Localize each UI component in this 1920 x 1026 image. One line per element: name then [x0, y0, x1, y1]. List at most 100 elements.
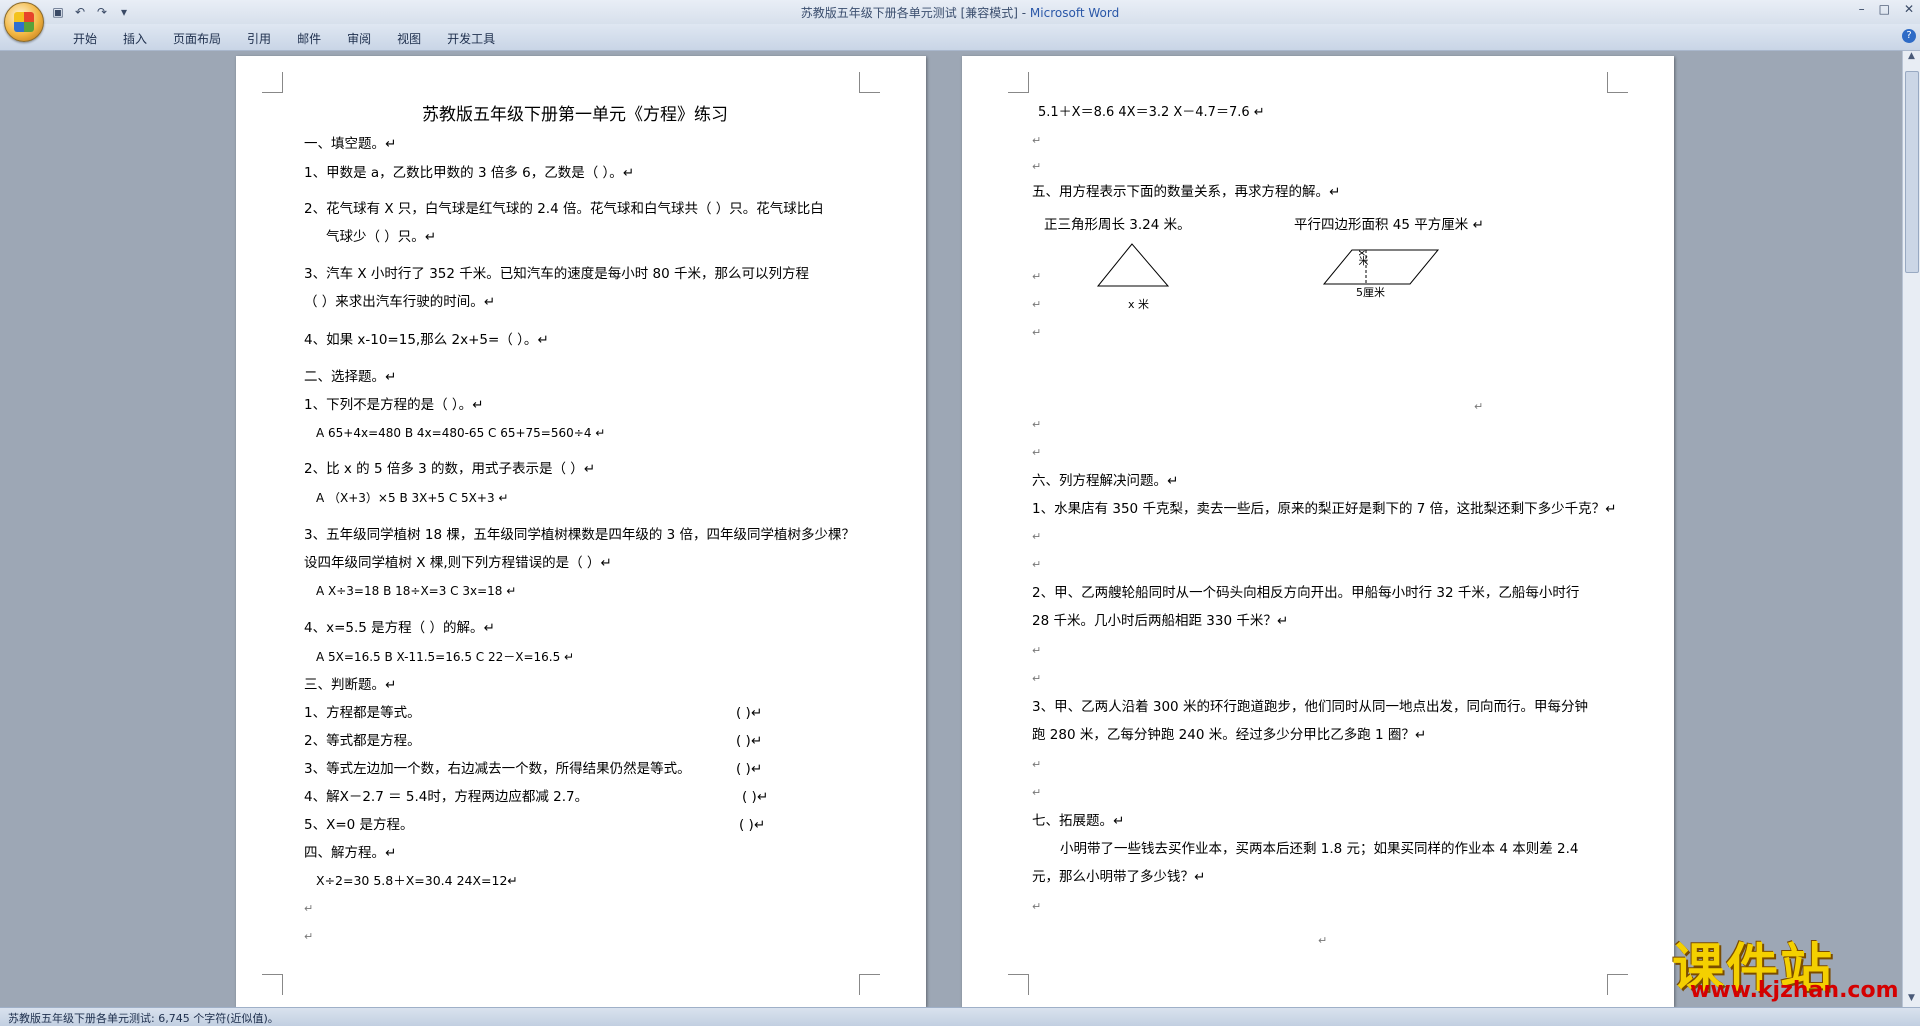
doc-title: 苏教版五年级下册第一单元《方程》练习: [422, 105, 728, 125]
question-line: 跑 280 米，乙每分钟跑 240 米。经过多少分甲比乙多跑 1 圈？↵: [1032, 727, 1427, 743]
judge-bracket: ( )↵: [739, 817, 766, 833]
document-page-2[interactable]: 5.1＋X＝8.6 4X＝3.2 X－4.7＝7.6 ↵ ↵ ↵ 五、用方程表示…: [962, 56, 1674, 1007]
figure-caption-parallelogram: 平行四边形面积 45 平方厘米 ↵: [1294, 217, 1484, 233]
tab-home[interactable]: 开始: [60, 30, 110, 47]
tab-references[interactable]: 引用: [234, 30, 284, 47]
crop-mark: [1607, 974, 1628, 995]
status-bar: 苏教版五年级下册各单元测试: 6,745 个字符(近似值)。: [0, 1007, 1920, 1026]
paragraph-mark: ↵: [1032, 672, 1042, 685]
paragraph-mark: ↵: [1032, 900, 1042, 913]
close-button[interactable]: ✕: [1904, 2, 1914, 16]
section-heading: 七、拓展题。↵: [1032, 813, 1125, 829]
question-line: （ ）来求出汽车行驶的时间。↵: [304, 294, 496, 310]
window-controls: – □ ✕: [1859, 2, 1914, 16]
equation-line: 5.1＋X＝8.6 4X＝3.2 X－4.7＝7.6 ↵: [1038, 105, 1265, 120]
question-line: 3、甲、乙两人沿着 300 米的环行跑道跑步，他们同时从同一地点出发，同向而行。…: [1032, 699, 1588, 715]
window-title: 苏教版五年级下册各单元测试 [兼容模式] - Microsoft Word: [0, 4, 1920, 21]
option-line: A （X+3）×5 B 3X+5 C 5X+3 ↵: [316, 491, 509, 505]
judge-line: 2、等式都是方程。: [304, 733, 421, 749]
judge-line: 4、解X－2.7 ＝ 5.4时，方程两边应都减 2.7。: [304, 789, 589, 805]
judge-line: 5、X=0 是方程。: [304, 817, 414, 833]
paragraph-mark: ↵: [1032, 326, 1042, 339]
option-line: A 5X=16.5 B X-11.5=16.5 C 22－X=16.5 ↵: [316, 650, 575, 664]
judge-bracket: ( )↵: [736, 761, 763, 777]
crop-mark: [262, 72, 283, 93]
judge-bracket: ( )↵: [742, 789, 769, 805]
paragraph-mark: ↵: [304, 902, 314, 915]
office-button[interactable]: [4, 2, 44, 42]
question-line: 1、下列不是方程的是（ ）。↵: [304, 397, 484, 413]
question-line: 气球少（ ）只。↵: [326, 229, 437, 245]
paragraph-mark: ↵: [1032, 298, 1042, 311]
watermark-logo: 课件站 www.kjzhan.com: [1672, 926, 1902, 1006]
maximize-button[interactable]: □: [1879, 2, 1890, 16]
document-title: 苏教版五年级下册各单元测试 [兼容模式] -: [800, 6, 1030, 20]
title-bar: ▣ ↶ ↷ ▾ 苏教版五年级下册各单元测试 [兼容模式] - Microsoft…: [0, 0, 1920, 24]
paragraph-mark: ↵: [1032, 786, 1042, 799]
question-line: 3、汽车 X 小时行了 352 千米。已知汽车的速度是每小时 80 千米，那么可…: [304, 266, 810, 282]
crop-mark: [859, 72, 880, 93]
paragraph-mark: ↵: [304, 930, 314, 943]
paragraph-mark: ↵: [1032, 160, 1042, 173]
question-line: 2、花气球有 X 只，白气球是红气球的 2.4 倍。花气球和白气球共（ ）只。花…: [304, 201, 824, 217]
crop-mark: [1008, 72, 1029, 93]
tab-review[interactable]: 审阅: [334, 30, 384, 47]
judge-bracket: ( )↵: [736, 733, 763, 749]
paragraph-mark: ↵: [1032, 558, 1042, 571]
tab-mailings[interactable]: 邮件: [284, 30, 334, 47]
triangle-label: x 米: [1128, 298, 1150, 311]
question-line: 小明带了一些钱去买作业本，买两本后还剩 1.8 元；如果买同样的作业本 4 本则…: [1060, 841, 1579, 857]
crop-mark: [1008, 974, 1029, 995]
paragraph-mark: ↵: [1474, 400, 1484, 413]
judge-line: 1、方程都是等式。: [304, 705, 421, 721]
question-line: 1、水果店有 350 千克梨，卖去一些后，原来的梨正好是剩下的 7 倍，这批梨还…: [1032, 501, 1617, 517]
section-heading: 三、判断题。↵: [304, 677, 397, 693]
crop-mark: [859, 974, 880, 995]
section-heading: 一、填空题。↵: [304, 136, 397, 152]
scroll-thumb[interactable]: [1905, 71, 1919, 273]
paragraph-mark: ↵: [1032, 134, 1042, 147]
crop-mark: [262, 974, 283, 995]
paragraph-mark: ↵: [1032, 418, 1042, 431]
question-line: 元，那么小明带了多少钱？↵: [1032, 869, 1206, 885]
paragraph-mark: ↵: [1032, 530, 1042, 543]
question-line: 4、x=5.5 是方程（ ）的解。↵: [304, 620, 495, 636]
scroll-up-icon[interactable]: ▲: [1903, 51, 1920, 65]
section-heading: 六、列方程解决问题。↵: [1032, 473, 1179, 489]
judge-bracket: ( )↵: [736, 705, 763, 721]
status-text: 苏教版五年级下册各单元测试: 6,745 个字符(近似值)。: [8, 1012, 279, 1025]
equation-line: X÷2=30 5.8＋X=30.4 24X=12↵: [316, 873, 518, 888]
app-name: Microsoft Word: [1029, 6, 1120, 20]
document-page-1[interactable]: 苏教版五年级下册第一单元《方程》练习 一、填空题。↵ 1、甲数是 a，乙数比甲数…: [236, 56, 926, 1007]
section-heading: 四、解方程。↵: [304, 845, 397, 861]
tab-developer[interactable]: 开发工具: [434, 30, 508, 47]
option-line: A 65+4x=480 B 4x=480-65 C 65+75=560÷4 ↵: [316, 426, 606, 440]
question-line: 28 千米。几小时后两船相距 330 千米？↵: [1032, 613, 1289, 629]
watermark-url: www.kjzhan.com: [1690, 978, 1899, 1003]
help-icon[interactable]: ?: [1902, 29, 1916, 43]
section-heading: 二、选择题。↵: [304, 369, 397, 385]
scroll-down-icon[interactable]: ▼: [1903, 993, 1920, 1007]
parallelogram-base-label: 5厘米: [1356, 286, 1385, 299]
question-line: 3、五年级同学植树 18 棵，五年级同学植树棵数是四年级的 3 倍，四年级同学植…: [304, 527, 856, 543]
question-line: 设四年级同学植树 X 棵,则下列方程错误的是（ ）↵: [304, 555, 612, 571]
ribbon-tabs: 开始 插入 页面布局 引用 邮件 审阅 视图 开发工具: [60, 30, 508, 47]
tab-view[interactable]: 视图: [384, 30, 434, 47]
judge-line: 3、等式左边加一个数，右边减去一个数，所得结果仍然是等式。: [304, 761, 691, 777]
paragraph-mark: ↵: [1032, 446, 1042, 459]
crop-mark: [1607, 72, 1628, 93]
vertical-scrollbar[interactable]: ▲ ▼: [1902, 51, 1920, 1007]
paragraph-mark: ↵: [1032, 270, 1042, 283]
paragraph-mark: ↵: [1032, 758, 1042, 771]
question-line: 2、比 x 的 5 倍多 3 的数，用式子表示是（ ）↵: [304, 461, 596, 477]
tab-page-layout[interactable]: 页面布局: [160, 30, 234, 47]
tab-insert[interactable]: 插入: [110, 30, 160, 47]
paragraph-mark: ↵: [1318, 934, 1328, 947]
paragraph-mark: ↵: [1032, 644, 1042, 657]
question-line: 4、如果 x-10=15,那么 2x+5=（ ）。↵: [304, 332, 549, 348]
parallelogram-height-label: x米: [1356, 250, 1367, 266]
section-heading: 五、用方程表示下面的数量关系，再求方程的解。↵: [1032, 184, 1341, 200]
figure-caption-triangle: 正三角形周长 3.24 米。: [1044, 217, 1191, 233]
office-logo-icon: [14, 12, 34, 32]
minimize-button[interactable]: –: [1859, 2, 1865, 16]
